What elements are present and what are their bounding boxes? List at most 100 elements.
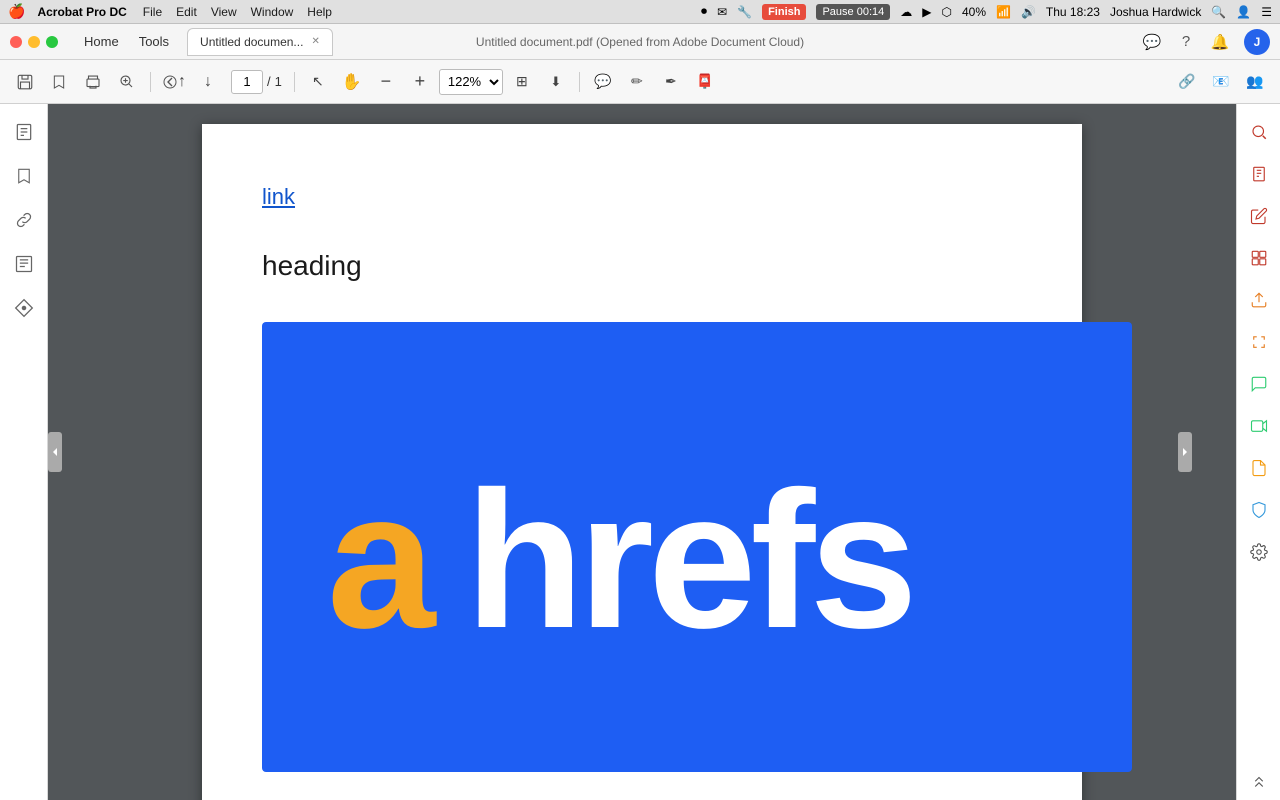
pdf-link-text[interactable]: link bbox=[262, 184, 1022, 210]
tools-nav[interactable]: Tools bbox=[129, 30, 179, 53]
ext-icon: 🔧 bbox=[737, 5, 752, 19]
mail-icon: ✉ bbox=[717, 5, 727, 19]
battery-level: 40% bbox=[962, 5, 986, 19]
comment-toolbar-icon[interactable]: 💬 bbox=[588, 67, 618, 97]
marquee-zoom-icon[interactable]: ⊞ bbox=[507, 67, 537, 97]
rs-settings-icon[interactable] bbox=[1241, 534, 1277, 570]
share-email-icon[interactable]: 📧 bbox=[1206, 67, 1236, 97]
stamp-icon[interactable]: 📮 bbox=[690, 67, 720, 97]
left-sidebar bbox=[0, 104, 48, 800]
toolbar: ↑ ↓ / 1 ↖ ✋ − + 50% 75% 100% 122% 150% 2… bbox=[0, 60, 1280, 104]
rs-zoom-fit-icon[interactable] bbox=[1241, 114, 1277, 150]
rs-compress-icon[interactable] bbox=[1241, 324, 1277, 360]
apple-menu[interactable]: 🍎 bbox=[8, 3, 25, 20]
page-separator: / bbox=[267, 74, 271, 89]
rs-export-icon[interactable] bbox=[1241, 282, 1277, 318]
zoom-in-button[interactable]: + bbox=[405, 67, 435, 97]
sidebar-links-icon[interactable] bbox=[6, 202, 42, 238]
help-icon[interactable]: ? bbox=[1176, 32, 1196, 52]
cursor-tool[interactable]: ↖ bbox=[303, 67, 333, 97]
prev-page-button[interactable]: ↑ bbox=[159, 67, 189, 97]
rs-comment2-icon[interactable] bbox=[1241, 366, 1277, 402]
right-sidebar bbox=[1236, 104, 1280, 800]
titlebar-right-actions: 💬 ? 🔔 J bbox=[1142, 29, 1270, 55]
ahrefs-logo: a hrefs bbox=[317, 437, 1077, 657]
draw-icon[interactable]: ✒ bbox=[656, 67, 686, 97]
fullscreen-button[interactable] bbox=[46, 36, 58, 48]
wifi-icon: 📶 bbox=[996, 5, 1011, 19]
user-name: Joshua Hardwick bbox=[1110, 5, 1201, 19]
menu-window[interactable]: Window bbox=[251, 5, 294, 19]
menu-bar: 🍎 Acrobat Pro DC File Edit View Window H… bbox=[0, 0, 1280, 24]
window-title: Untitled document.pdf (Opened from Adobe… bbox=[476, 35, 804, 49]
list-icon[interactable]: ☰ bbox=[1261, 5, 1272, 19]
search-pdf-icon[interactable] bbox=[112, 67, 142, 97]
svg-text:a: a bbox=[327, 451, 437, 657]
menu-edit[interactable]: Edit bbox=[176, 5, 197, 19]
next-page-button[interactable]: ↓ bbox=[193, 67, 223, 97]
scrolling-mode-icon[interactable]: ⬇ bbox=[541, 67, 571, 97]
ahrefs-svg: a hrefs bbox=[317, 437, 1077, 657]
rs-edit-icon[interactable] bbox=[1241, 198, 1277, 234]
bookmark-toolbar-icon[interactable] bbox=[44, 67, 74, 97]
minimize-button[interactable] bbox=[28, 36, 40, 48]
highlight-icon[interactable]: ✏ bbox=[622, 67, 652, 97]
separator-3 bbox=[579, 72, 580, 92]
finish-badge[interactable]: Finish bbox=[762, 4, 806, 20]
separator-1 bbox=[150, 72, 151, 92]
user-avatar[interactable]: J bbox=[1244, 29, 1270, 55]
zoom-out-button[interactable]: − bbox=[371, 67, 401, 97]
document-tab[interactable]: Untitled documen... ✕ bbox=[187, 28, 333, 56]
chat-icon[interactable]: 💬 bbox=[1142, 32, 1162, 52]
cloud-icon: ☁ bbox=[900, 5, 912, 19]
search-icon[interactable]: 🔍 bbox=[1211, 5, 1226, 19]
rs-file2-icon[interactable] bbox=[1241, 450, 1277, 486]
home-nav[interactable]: Home bbox=[74, 30, 129, 53]
profile-icon[interactable]: 👤 bbox=[1236, 5, 1251, 19]
notification-icon[interactable]: 🔔 bbox=[1210, 32, 1230, 52]
hand-tool[interactable]: ✋ bbox=[337, 67, 367, 97]
traffic-lights bbox=[10, 36, 58, 48]
page-input-group: / 1 bbox=[231, 70, 282, 94]
time-display: Thu 18:23 bbox=[1046, 5, 1100, 19]
rs-layout-icon[interactable] bbox=[1241, 240, 1277, 276]
recording-icon: ⏺ bbox=[701, 4, 707, 19]
app-name[interactable]: Acrobat Pro DC bbox=[37, 5, 126, 19]
title-bar: Home Tools Untitled documen... ✕ Untitle… bbox=[0, 24, 1280, 60]
tab-close-button[interactable]: ✕ bbox=[311, 36, 319, 47]
pdf-heading-text: heading bbox=[262, 250, 1022, 282]
separator-2 bbox=[294, 72, 295, 92]
print-icon[interactable] bbox=[78, 67, 108, 97]
close-button[interactable] bbox=[10, 36, 22, 48]
share-people-icon[interactable]: 👥 bbox=[1240, 67, 1270, 97]
page-number-input[interactable] bbox=[231, 70, 263, 94]
pdf-page: link heading a hrefs bbox=[202, 124, 1082, 800]
menu-view[interactable]: View bbox=[211, 5, 237, 19]
ext2-icon: ▶ bbox=[922, 5, 931, 19]
sidebar-tags-icon[interactable] bbox=[6, 290, 42, 326]
rs-bottom-icon[interactable] bbox=[1241, 764, 1277, 800]
volume-icon: 🔊 bbox=[1021, 5, 1036, 19]
ahrefs-logo-image: a hrefs bbox=[262, 322, 1132, 772]
pause-badge[interactable]: Pause 00:14 bbox=[816, 4, 890, 20]
tab-label: Untitled documen... bbox=[200, 35, 303, 49]
sidebar-bookmarks-icon[interactable] bbox=[6, 158, 42, 194]
sidebar-content-icon[interactable] bbox=[6, 246, 42, 282]
left-panel-collapse[interactable] bbox=[48, 432, 62, 472]
rs-shield2-icon[interactable] bbox=[1241, 492, 1277, 528]
ext3-icon: ⬡ bbox=[941, 5, 951, 19]
rs-video-icon[interactable] bbox=[1241, 408, 1277, 444]
page-total: 1 bbox=[275, 74, 282, 89]
svg-text:hrefs: hrefs bbox=[465, 451, 912, 657]
menubar-right: ⏺ ✉ 🔧 Finish Pause 00:14 ☁ ▶ ⬡ 40% 📶 🔊 T… bbox=[701, 4, 1272, 20]
save-button[interactable] bbox=[10, 67, 40, 97]
right-panel-collapse[interactable] bbox=[1178, 432, 1192, 472]
pdf-area: link heading a hrefs bbox=[48, 104, 1236, 800]
sidebar-pages-icon[interactable] bbox=[6, 114, 42, 150]
share-link-icon[interactable]: 🔗 bbox=[1172, 67, 1202, 97]
zoom-select[interactable]: 50% 75% 100% 122% 150% 200% bbox=[439, 69, 503, 95]
menu-file[interactable]: File bbox=[143, 5, 162, 19]
pdf-scroll-area[interactable]: link heading a hrefs bbox=[48, 104, 1236, 800]
menu-help[interactable]: Help bbox=[307, 5, 332, 19]
rs-page-icon[interactable] bbox=[1241, 156, 1277, 192]
